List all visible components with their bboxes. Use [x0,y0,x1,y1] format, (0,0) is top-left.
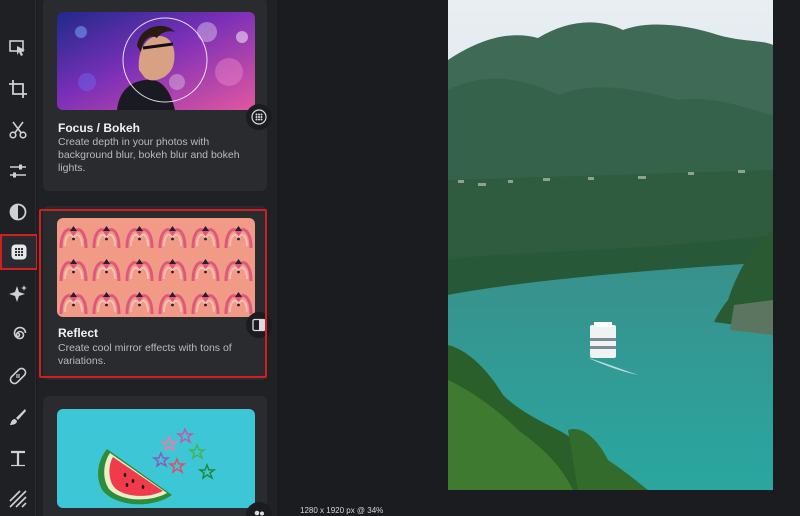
effect-type-badge [246,104,272,130]
watermelon-thumbnail [57,409,255,508]
effects-panel: Focus / Bokeh Create depth in your photo… [37,0,277,516]
spiral-tool[interactable] [0,317,36,353]
select-icon [9,40,25,56]
text-tool[interactable] [0,440,36,476]
photo-editor-app: Focus / Bokeh Create depth in your photo… [0,0,800,516]
sparkle-icon [9,285,27,302]
adjust-tool[interactable] [0,153,36,189]
effects-icon [11,244,27,260]
brush-icon [10,409,26,425]
texture-tool[interactable] [0,481,36,516]
text-icon [11,450,25,467]
spiral-icon [13,326,27,340]
crop-icon [9,80,27,98]
retouch-tool[interactable] [0,358,36,394]
focus-bokeh-thumbnail [57,12,255,110]
effect-description: Create depth in your photos with backgro… [58,136,240,174]
texture-icon [9,490,27,508]
grid-dots-icon [251,109,267,125]
canvas-status: 1280 x 1920 px @ 34% [300,506,384,515]
effect-card-third[interactable] [43,396,272,516]
effect-type-badge [246,502,272,516]
effect-title: Focus / Bokeh [58,121,141,135]
canvas-area[interactable]: 1280 x 1920 px @ 34% [278,0,800,516]
cut-icon [9,121,27,139]
selection-outline [39,209,267,378]
effects-tool[interactable] [0,234,38,270]
tool-rail [0,0,38,516]
ai-tool[interactable] [0,276,36,312]
select-tool[interactable] [0,30,36,66]
contrast-icon [9,203,27,221]
bandage-icon [9,367,27,385]
effect-card-focus-bokeh[interactable]: Focus / Bokeh Create depth in your photo… [43,0,272,191]
cut-tool[interactable] [0,112,36,148]
crop-tool[interactable] [0,71,36,107]
adjust-sliders-icon [10,164,26,178]
photo-preview[interactable] [448,0,773,490]
contrast-tool[interactable] [0,194,36,230]
paint-tool[interactable] [0,399,36,435]
people-icon [254,510,264,516]
